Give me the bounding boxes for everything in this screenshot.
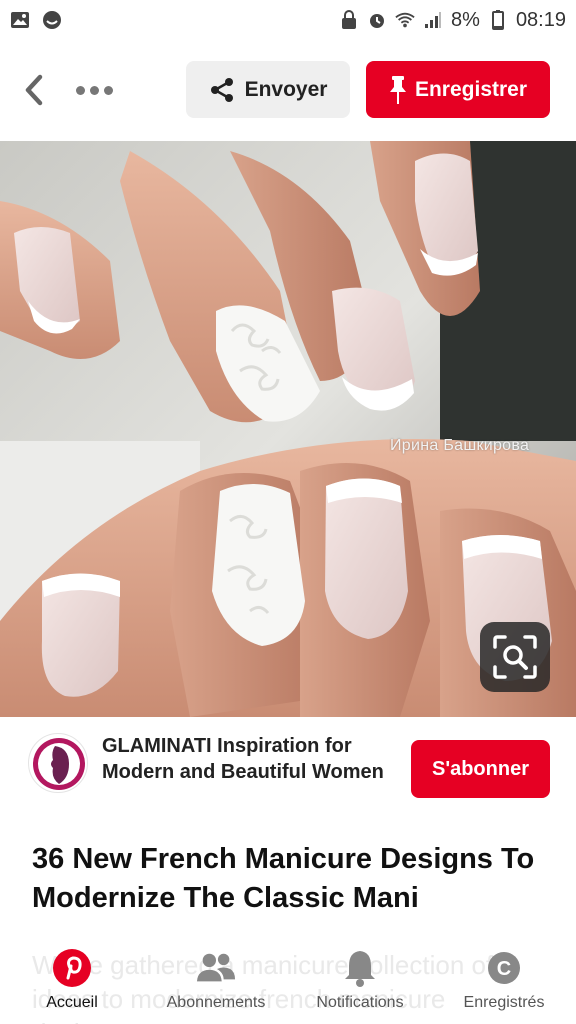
creator-name[interactable]: GLAMINATI Inspiration for Modern and Bea…: [102, 733, 392, 785]
pushpin-icon: [389, 75, 406, 104]
chevron-left-icon: [25, 74, 43, 106]
nav-home[interactable]: Accueil: [0, 940, 144, 1024]
gallery-notification-icon: [10, 10, 30, 30]
send-label: Envoyer: [244, 77, 328, 101]
pin-toolbar: Envoyer Enregistrer: [0, 40, 576, 140]
battery-percent: 8%: [451, 8, 480, 31]
back-button[interactable]: [14, 70, 54, 110]
nav-following[interactable]: Abonnements: [144, 940, 288, 1024]
battery-icon: [488, 10, 508, 30]
nav-following-label: Abonnements: [166, 994, 266, 1011]
creator-row: GLAMINATI Inspiration for Modern and Bea…: [0, 717, 576, 827]
pin-image[interactable]: Ирина Башкирова: [0, 141, 576, 717]
smiley-notification-icon: [42, 10, 62, 30]
save-button[interactable]: Enregistrer: [366, 61, 550, 118]
nav-notifications[interactable]: Notifications: [288, 940, 432, 1024]
wifi-icon: [395, 10, 415, 30]
send-button[interactable]: Envoyer: [186, 61, 350, 118]
more-options-button[interactable]: [70, 70, 118, 110]
bottom-nav: Accueil Abonnements Notifications C Enre…: [0, 940, 576, 1024]
image-watermark: Ирина Башкирова: [390, 437, 530, 454]
nav-saved-label: Enregistrés: [463, 994, 545, 1011]
clock: 08:19: [515, 8, 566, 31]
visual-search-icon: [493, 635, 537, 679]
status-bar: 8% 08:19: [0, 0, 576, 40]
nav-notifications-label: Notifications: [316, 994, 404, 1011]
nav-saved[interactable]: C Enregistrés: [432, 940, 576, 1024]
status-right: 8% 08:19: [339, 9, 566, 32]
people-icon: [196, 948, 236, 988]
svg-text:C: C: [497, 958, 511, 980]
save-label: Enregistrer: [414, 77, 528, 101]
ellipsis-icon: [75, 85, 85, 95]
alarm-icon: [367, 10, 387, 30]
visual-search-button[interactable]: [480, 622, 550, 692]
pin-title: 36 New French Manicure Designs To Modern…: [32, 843, 535, 914]
lock-rotation-icon: [339, 10, 359, 30]
profile-c-icon: C: [484, 948, 524, 988]
status-left-icons: [10, 10, 62, 30]
follow-button[interactable]: S'abonner: [411, 740, 550, 798]
bell-icon: [340, 948, 380, 988]
glaminati-logo-icon: [33, 738, 85, 790]
pinterest-logo-icon: [52, 948, 92, 988]
signal-icon: [423, 10, 443, 30]
share-icon: [210, 77, 233, 102]
nav-home-label: Accueil: [46, 994, 98, 1011]
creator-avatar[interactable]: [28, 733, 88, 793]
